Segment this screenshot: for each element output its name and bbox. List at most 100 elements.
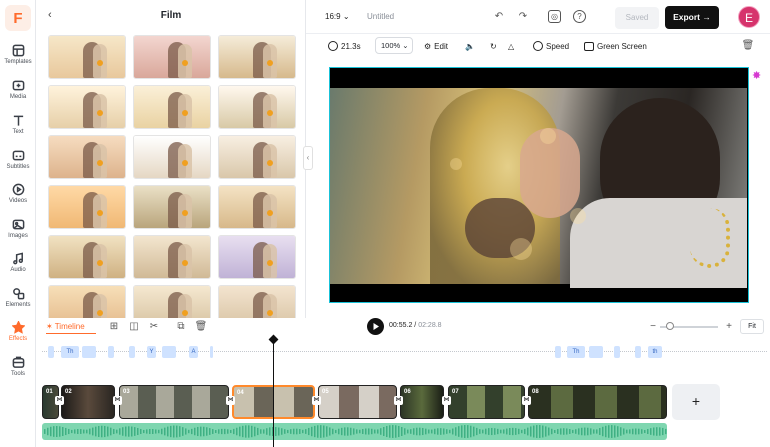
rotate-button[interactable]: ↻ [490, 37, 497, 55]
rail-item-videos[interactable]: Videos [0, 183, 36, 215]
filter-thumbnail[interactable] [48, 135, 126, 179]
waveform-bar [359, 429, 361, 434]
trash-icon[interactable]: 🗑 [741, 39, 755, 53]
filter-thumbnail[interactable] [218, 85, 296, 129]
filter-thumbnail[interactable] [48, 185, 126, 229]
playhead-handle[interactable] [268, 334, 279, 345]
filter-thumbnail[interactable] [48, 35, 126, 79]
project-title[interactable]: Untitled [367, 12, 394, 21]
subtitle-chip[interactable] [555, 346, 561, 358]
duration-button[interactable]: 21.3s [328, 37, 361, 55]
redo-icon[interactable]: ↷ [516, 10, 530, 24]
rail-item-text[interactable]: Text [0, 114, 36, 146]
subtitle-chip[interactable] [108, 346, 114, 358]
filter-thumbnail[interactable] [218, 185, 296, 229]
rail-item-tools[interactable]: Tools [0, 356, 36, 388]
subtitle-chip[interactable] [162, 346, 176, 358]
rail-item-media[interactable]: Media [0, 79, 36, 111]
subtitle-chip[interactable]: Th [61, 346, 79, 358]
waveform-bar [248, 425, 250, 438]
rail-item-elements[interactable]: Elements [0, 287, 36, 319]
slider-handle[interactable] [666, 322, 674, 330]
filter-thumbnail[interactable] [133, 235, 211, 279]
volume-button[interactable]: 🔈 [465, 37, 475, 55]
waveform-bar [284, 429, 286, 434]
subtitle-chip[interactable]: A [189, 346, 198, 358]
playhead[interactable] [273, 338, 274, 447]
help-icon[interactable]: ? [573, 10, 586, 23]
subtitle-chip[interactable]: Th [567, 346, 585, 358]
duplicate-icon[interactable]: ⧉ [174, 320, 188, 334]
rail-item-effects[interactable]: Effects [0, 321, 36, 353]
subtitle-chip[interactable] [635, 346, 641, 358]
clip[interactable]: 02 [61, 385, 115, 419]
saved-button[interactable]: Saved [615, 7, 659, 29]
filter-thumbnail[interactable] [133, 285, 211, 318]
split-icon[interactable]: ◫ [127, 320, 141, 334]
subtitle-chip[interactable]: th [648, 346, 662, 358]
filter-thumbnail[interactable] [133, 185, 211, 229]
filter-thumbnail[interactable] [48, 85, 126, 129]
transition-icon[interactable]: ⋈ [226, 396, 235, 405]
zoom-out-icon[interactable]: − [646, 320, 660, 334]
video-preview[interactable] [329, 67, 749, 303]
transition-icon[interactable]: ⋈ [113, 396, 122, 405]
subtitle-chip[interactable] [48, 346, 54, 358]
add-icon[interactable]: ⊞ [107, 320, 121, 334]
rail-item-subtitles[interactable]: Subtitles [0, 149, 36, 181]
speed-button[interactable]: Speed [533, 37, 569, 55]
subtitle-chip[interactable] [614, 346, 620, 358]
rail-item-images[interactable]: Images [0, 218, 36, 250]
subtitle-chip[interactable] [129, 346, 135, 358]
filter-thumbnail[interactable] [218, 135, 296, 179]
green-screen-button[interactable]: Green Screen [584, 37, 647, 55]
transition-icon[interactable]: ⋈ [522, 396, 531, 405]
screenshot-icon[interactable]: ◎ [548, 10, 561, 23]
rail-item-audio[interactable]: Audio [0, 252, 36, 284]
rail-item-templates[interactable]: Templates [0, 44, 36, 76]
filter-thumbnail[interactable] [133, 135, 211, 179]
magic-effect-icon[interactable]: ✸ [752, 70, 764, 82]
filter-thumbnail[interactable] [48, 285, 126, 318]
subtitle-chip[interactable] [210, 346, 213, 358]
transition-icon[interactable]: ⋈ [394, 396, 403, 405]
zoom-select[interactable]: 100% ⌄ [375, 37, 413, 54]
undo-icon[interactable]: ↶ [492, 10, 506, 24]
filter-thumbnail[interactable] [133, 85, 211, 129]
subtitle-chip[interactable] [82, 346, 96, 358]
add-clip-button[interactable]: + [672, 384, 720, 420]
waveform-bar [362, 428, 364, 435]
timeline-tab[interactable]: ✶ Timeline [46, 320, 96, 334]
clip[interactable]: 05 [318, 385, 397, 419]
fit-button[interactable]: Fit [740, 319, 764, 334]
audio-track[interactable] [42, 423, 667, 440]
subtitle-chip[interactable]: Y [147, 346, 156, 358]
transition-icon[interactable]: ⋈ [55, 396, 64, 405]
edit-button[interactable]: ⚙ Edit [424, 37, 448, 55]
play-button[interactable] [367, 318, 384, 335]
transition-icon[interactable]: ⋈ [442, 396, 451, 405]
filter-thumbnail[interactable] [133, 35, 211, 79]
filter-thumbnail[interactable] [218, 235, 296, 279]
scissors-icon[interactable]: ✂ [147, 320, 161, 334]
zoom-in-icon[interactable]: + [722, 320, 736, 334]
avatar[interactable]: E [738, 6, 760, 28]
transition-icon[interactable]: ⋈ [312, 396, 321, 405]
brand-logo[interactable]: F [5, 5, 31, 31]
subtitle-chip[interactable] [589, 346, 603, 358]
clip[interactable]: 07 [448, 385, 525, 419]
collapse-panel-button[interactable]: ‹ [303, 146, 313, 170]
waveform-bar [119, 428, 121, 435]
delete-icon[interactable]: 🗑 [194, 320, 208, 334]
export-button[interactable]: Export → [665, 6, 719, 29]
filter-thumbnail[interactable] [218, 35, 296, 79]
aspect-ratio-select[interactable]: 16:9 ⌄ [325, 12, 350, 21]
filter-thumbnail[interactable] [218, 285, 296, 318]
clip[interactable]: 06 [400, 385, 444, 419]
waveform-bar [227, 429, 229, 434]
filter-thumbnail[interactable] [48, 235, 126, 279]
clip[interactable]: 08 [528, 385, 667, 419]
clip[interactable]: 03 [119, 385, 229, 419]
waveform-bar [68, 428, 70, 435]
flip-button[interactable]: △ [508, 37, 514, 55]
